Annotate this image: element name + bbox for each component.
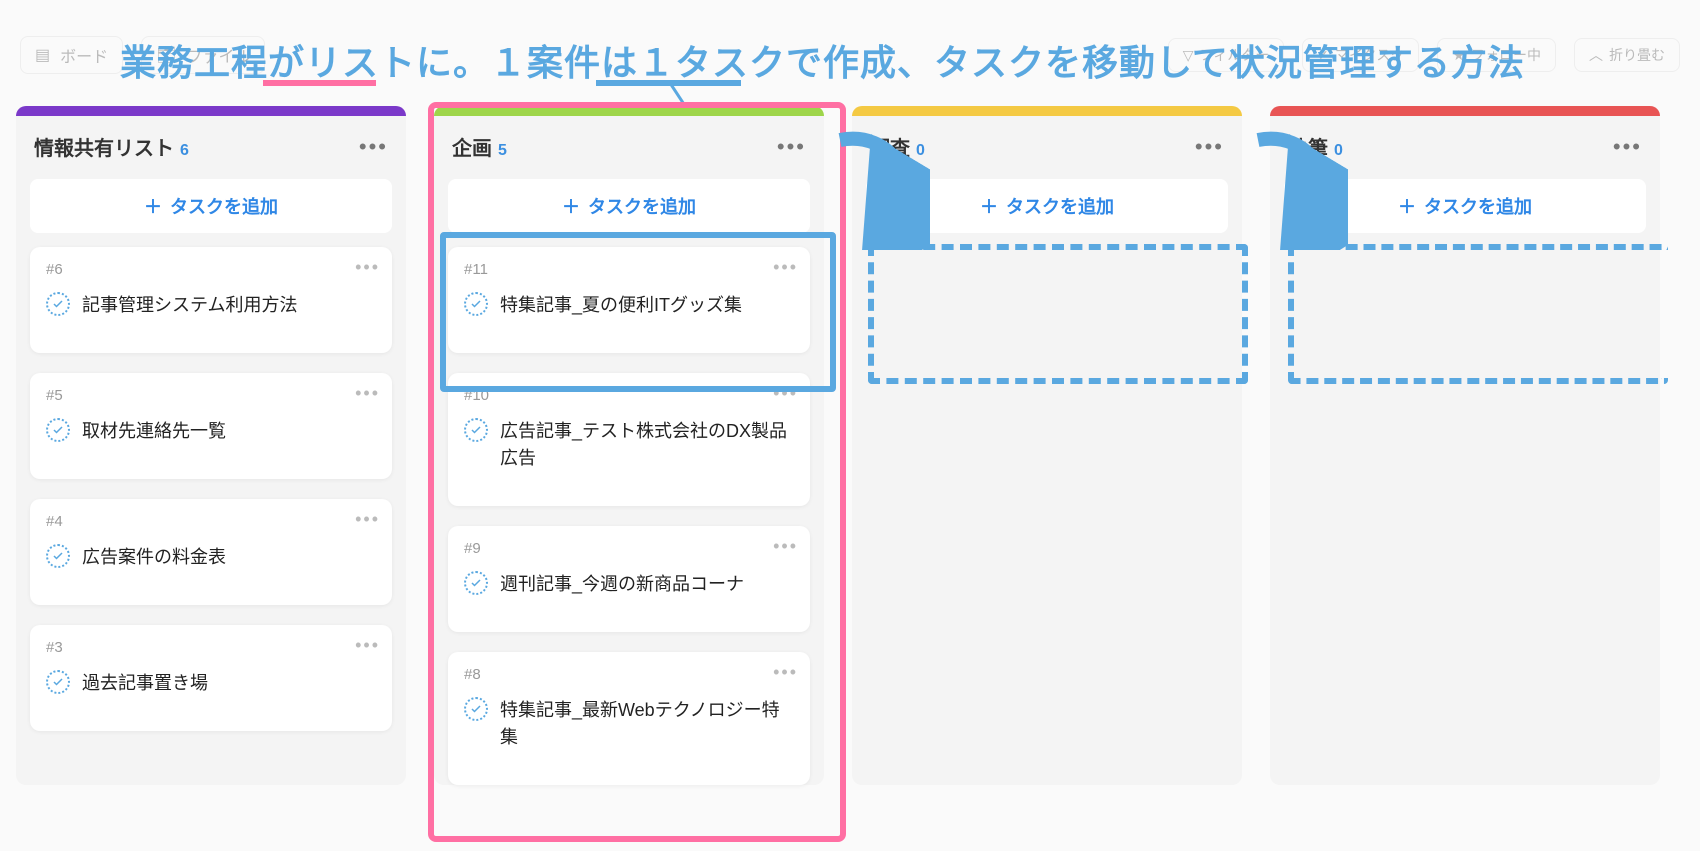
card-title: 過去記事置き場 [82,670,208,697]
column-執筆: 執筆 0 ••• ＋ タスクを追加 [1270,106,1660,785]
column-count: 6 [180,142,189,159]
check-circle-icon[interactable] [46,544,70,568]
card-title: 週刊記事_今週の新商品コーナ [500,571,744,598]
card-title: 取材先連絡先一覧 [82,418,226,445]
add-task-label: タスクを追加 [588,197,696,217]
board-icon: ▤ [35,45,50,65]
chevron-up-icon: ︿ [1589,45,1603,65]
task-card[interactable]: #9••• 週刊記事_今週の新商品コーナ [448,526,810,632]
card-title: 広告案件の料金表 [82,544,226,571]
task-card[interactable]: #10••• 広告記事_テスト株式会社のDX製品広告 [448,373,810,506]
add-task-button[interactable]: ＋ タスクを追加 [866,179,1228,233]
cards-container: #6•••記事管理システム利用方法#5•••取材先連絡先一覧#4•••広告案件の… [16,247,406,731]
column-title: 企画 [452,138,492,160]
card-title: 特集記事_最新Webテクノロジー特集 [500,697,794,751]
add-task-button[interactable]: ＋ タスクを追加 [448,179,810,233]
card-id: #6 [46,261,376,278]
plus-icon: ＋ [1398,197,1416,217]
column-count: 0 [916,142,925,159]
card-more-icon[interactable]: ••• [773,536,798,557]
column-menu-icon[interactable]: ••• [1195,134,1224,160]
card-id: #5 [46,387,376,404]
card-more-icon[interactable]: ••• [773,257,798,278]
card-more-icon[interactable]: ••• [773,662,798,683]
task-card[interactable]: #11••• 特集記事_夏の便利ITグッズ集 [448,247,810,353]
card-id: #8 [464,666,794,683]
view-toggle[interactable]: ▤ ボード [20,36,123,74]
column-count: 0 [1334,142,1343,159]
card-title: 記事管理システム利用方法 [82,292,297,319]
column-menu-icon[interactable]: ••• [777,134,806,160]
column-header: 執筆 0 ••• [1270,116,1660,171]
check-circle-icon[interactable] [464,292,488,316]
check-circle-icon[interactable] [464,697,488,721]
column-企画: 企画5•••＋タスクを追加#11•••特集記事_夏の便利ITグッズ集#10•••… [434,106,824,785]
column-header: 調査 0 ••• [852,116,1242,171]
task-card[interactable]: #4••• 広告案件の料金表 [30,499,392,605]
add-task-label: タスクを追加 [170,197,278,217]
column-color-bar [852,106,1242,116]
plus-icon: ＋ [144,197,162,217]
column-count: 5 [498,142,507,159]
column-調査: 調査 0 ••• ＋ タスクを追加 [852,106,1242,785]
card-id: #3 [46,639,376,656]
column-menu-icon[interactable]: ••• [1613,134,1642,160]
card-id: #4 [46,513,376,530]
column-title: 調査 [870,138,910,160]
task-card[interactable]: #6••• 記事管理システム利用方法 [30,247,392,353]
annotation-underline-list [263,80,376,86]
annotation-underline-task [596,80,741,86]
column-title: 執筆 [1288,138,1328,160]
card-more-icon[interactable]: ••• [355,635,380,656]
column-header: 企画 5 ••• [434,116,824,171]
card-title: 広告記事_テスト株式会社のDX製品広告 [500,418,794,472]
card-more-icon[interactable]: ••• [773,383,798,404]
card-more-icon[interactable]: ••• [355,383,380,404]
column-color-bar [1270,106,1660,116]
column-color-bar [16,106,406,116]
collapse-label: 折り畳む [1609,45,1665,65]
column-情報共有リスト: 情報共有リスト6•••＋タスクを追加#6•••記事管理システム利用方法#5•••… [16,106,406,785]
check-circle-icon[interactable] [464,571,488,595]
card-more-icon[interactable]: ••• [355,509,380,530]
card-id: #9 [464,540,794,557]
task-card[interactable]: #8••• 特集記事_最新Webテクノロジー特集 [448,652,810,785]
check-circle-icon[interactable] [46,418,70,442]
collapse-button[interactable]: ︿ 折り畳む [1574,38,1680,72]
add-task-button[interactable]: ＋ タスクを追加 [30,179,392,233]
check-circle-icon[interactable] [46,292,70,316]
cards-container: #11•••特集記事_夏の便利ITグッズ集#10•••広告記事_テスト株式会社の… [434,247,824,785]
check-circle-icon[interactable] [464,418,488,442]
check-circle-icon[interactable] [46,670,70,694]
task-card[interactable]: #3••• 過去記事置き場 [30,625,392,731]
add-task-label: タスクを追加 [1424,197,1532,217]
card-id: #10 [464,387,794,404]
board: 情報共有リスト6•••＋タスクを追加#6•••記事管理システム利用方法#5•••… [16,106,1700,785]
plus-icon: ＋ [980,197,998,217]
add-task-button[interactable]: ＋ タスクを追加 [1284,179,1646,233]
add-task-label: タスクを追加 [1006,197,1114,217]
view-board-label: ボード [60,43,108,67]
column-title: 情報共有リスト [34,138,174,160]
card-id: #11 [464,261,794,278]
column-color-bar [434,106,824,116]
plus-icon: ＋ [562,197,580,217]
card-title: 特集記事_夏の便利ITグッズ集 [500,292,742,319]
annotation-title: 業務工程がリストに。１案件は１タスクで作成、タスクを移動して状況管理する方法 [120,34,1525,86]
task-card[interactable]: #5••• 取材先連絡先一覧 [30,373,392,479]
column-header: 情報共有リスト 6 ••• [16,116,406,171]
column-menu-icon[interactable]: ••• [359,134,388,160]
card-more-icon[interactable]: ••• [355,257,380,278]
